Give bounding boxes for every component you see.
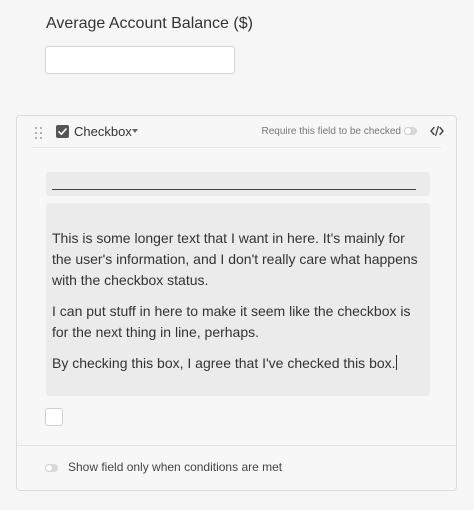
average-account-balance-label: Average Account Balance ($): [46, 15, 253, 32]
field-type-dropdown[interactable]: Checkbox: [74, 124, 132, 139]
conditions-toggle[interactable]: [45, 464, 58, 472]
header-divider: [32, 147, 441, 148]
drag-handle-icon[interactable]: [35, 127, 43, 139]
average-account-balance-input[interactable]: [45, 46, 235, 74]
horizontal-rule: [52, 189, 416, 190]
footer-divider: [17, 445, 456, 446]
description-editor[interactable]: This is some longer text that I want in …: [46, 203, 430, 396]
conditions-label: Show field only when conditions are met: [68, 460, 283, 474]
caret-down-icon[interactable]: [132, 129, 138, 133]
checkbox-field-card: Checkbox Require this field to be checke…: [16, 115, 457, 491]
require-checked-label: Require this field to be checked: [261, 126, 401, 137]
description-paragraph-last: By checking this box, I agree that I've …: [52, 353, 424, 374]
description-paragraph: This is some longer text that I want in …: [52, 230, 418, 288]
horizontal-rule-block[interactable]: [46, 172, 430, 196]
text-cursor: [395, 355, 397, 370]
code-icon[interactable]: [430, 124, 444, 138]
description-paragraph-text: By checking this box, I agree that I've …: [52, 355, 396, 371]
description-paragraph: I can put stuff in here to make it seem …: [52, 303, 411, 340]
require-checked-toggle[interactable]: [404, 127, 417, 135]
checkbox-checked-icon: [56, 125, 69, 138]
answer-checkbox[interactable]: [45, 408, 63, 426]
